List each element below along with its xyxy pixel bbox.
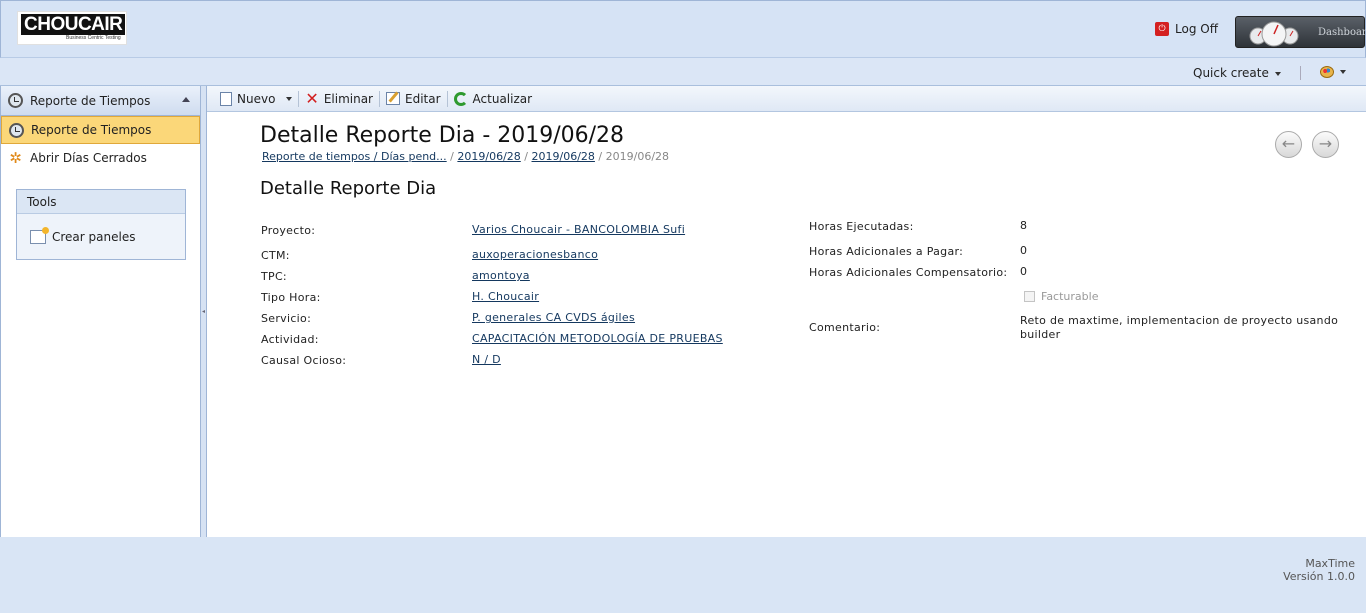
power-icon: ⏻ (1155, 22, 1169, 36)
tools-panel: Tools Crear paneles (16, 189, 186, 260)
app-header: CHOUCAIR Business Centric Testing ⏻ Log … (0, 0, 1366, 58)
sidebar: Reporte de Tiempos Reporte de Tiempos ✲ … (0, 86, 201, 537)
tpc-link[interactable]: amontoya (472, 269, 530, 282)
servicio-label: Servicio: (261, 312, 312, 325)
sidebar-header[interactable]: Reporte de Tiempos (1, 86, 200, 116)
refresh-label: Actualizar (472, 91, 533, 106)
sidebar-item-label: Abrir Días Cerrados (30, 151, 147, 165)
new-label: Nuevo (237, 91, 276, 106)
chevron-down-icon (1274, 71, 1281, 76)
palette-icon (1320, 66, 1334, 78)
gauge-icon (1249, 21, 1299, 47)
gear-icon: ✲ (9, 148, 22, 167)
edit-label: Editar (405, 91, 441, 106)
facturable-label: Facturable (1041, 290, 1099, 303)
chevron-down-icon[interactable] (286, 96, 293, 101)
causal-ocioso-link[interactable]: N / D (472, 353, 501, 366)
comentario-label: Comentario: (809, 321, 881, 334)
edit-button[interactable]: Editar (380, 89, 447, 109)
version-info: MaxTime Versión 1.0.0 (1283, 557, 1355, 583)
tipo-hora-label: Tipo Hora: (261, 291, 321, 304)
proyecto-link[interactable]: Varios Choucair - BANCOLOMBIA Sufi (472, 223, 685, 236)
action-toolbar: Nuevo ✕ Eliminar Editar Actualizar (207, 86, 1366, 112)
horas-ejecutadas-value: 8 (1020, 219, 1028, 232)
previous-button[interactable]: ← (1275, 131, 1302, 158)
refresh-icon (453, 91, 468, 106)
logoff-label: Log Off (1175, 22, 1218, 36)
sidebar-item-reporte-de-tiempos[interactable]: Reporte de Tiempos (1, 116, 200, 144)
arrow-right-icon: → (1318, 134, 1333, 153)
company-logo[interactable]: CHOUCAIR Business Centric Testing (17, 11, 127, 45)
horas-adicionales-compensatorio-label: Horas Adicionales Compensatorio: (809, 266, 1008, 279)
new-button[interactable]: Nuevo (214, 89, 298, 109)
breadcrumb-separator: / (524, 150, 529, 163)
actividad-link[interactable]: CAPACITACIÓN METODOLOGÍA DE PRUEBAS (472, 332, 723, 345)
ctm-label: CTM: (261, 249, 290, 262)
breadcrumb-link[interactable]: 2019/06/28 (532, 150, 595, 163)
main-content: Nuevo ✕ Eliminar Editar Actualizar Detal… (207, 86, 1366, 537)
edit-icon (386, 92, 400, 105)
logo-tagline: Business Centric Testing (66, 35, 121, 41)
dashboard-label: Dashboard (1318, 27, 1366, 38)
facturable-checkbox[interactable]: Facturable (1024, 290, 1098, 303)
quick-bar: Quick create (0, 58, 1366, 86)
tpc-label: TPC: (261, 270, 287, 283)
sidebar-header-label: Reporte de Tiempos (30, 93, 151, 108)
clock-icon (8, 93, 23, 108)
actividad-label: Actividad: (261, 333, 319, 346)
app-version: Versión 1.0.0 (1283, 570, 1355, 583)
servicio-link[interactable]: P. generales CA CVDS ágiles (472, 311, 635, 324)
quick-create-label: Quick create (1193, 66, 1269, 80)
logo-text: CHOUCAIR (21, 14, 126, 35)
chevron-down-icon (1340, 70, 1346, 74)
breadcrumb-separator: / (598, 150, 603, 163)
comentario-value: Reto de maxtime, implementacion de proye… (1020, 314, 1339, 341)
page-title: Detalle Reporte Dia - 2019/06/28 (260, 123, 625, 148)
sidebar-item-label: Reporte de Tiempos (31, 123, 152, 137)
breadcrumb-separator: / (450, 150, 454, 163)
section-title: Detalle Reporte Dia (260, 178, 437, 199)
tools-item-label: Crear paneles (52, 230, 136, 244)
delete-label: Eliminar (323, 91, 373, 106)
causal-ocioso-label: Causal Ocioso: (261, 354, 347, 367)
divider (1300, 66, 1301, 80)
breadcrumb-current: 2019/06/28 (605, 150, 670, 163)
tipo-hora-link[interactable]: H. Choucair (472, 290, 539, 303)
crear-paneles-link[interactable]: Crear paneles (30, 227, 136, 244)
sidebar-item-abrir-dias-cerrados[interactable]: ✲ Abrir Días Cerrados (1, 144, 200, 172)
next-button[interactable]: → (1312, 131, 1339, 158)
tools-title: Tools (17, 190, 185, 214)
arrow-left-icon: ← (1281, 134, 1296, 153)
app-name: MaxTime (1305, 557, 1355, 570)
theme-dropdown[interactable] (1320, 66, 1346, 78)
clock-icon (9, 122, 24, 138)
horas-adicionales-compensatorio-value: 0 (1020, 265, 1028, 278)
horas-adicionales-pagar-value: 0 (1020, 244, 1028, 257)
breadcrumb-link[interactable]: Reporte de tiempos / Días pend... (262, 150, 447, 163)
quick-create-dropdown[interactable]: Quick create (1193, 66, 1281, 80)
drag-handle-icon: ◂ (202, 308, 206, 315)
delete-icon: ✕ (305, 88, 319, 108)
proyecto-label: Proyecto: (261, 224, 316, 237)
chevron-up-icon[interactable] (182, 97, 190, 102)
breadcrumb-link[interactable]: 2019/06/28 (457, 150, 520, 163)
horas-adicionales-pagar-label: Horas Adicionales a Pagar: (809, 245, 964, 258)
refresh-button[interactable]: Actualizar (448, 89, 539, 109)
horas-ejecutadas-label: Horas Ejecutadas: (809, 220, 914, 233)
delete-button[interactable]: ✕ Eliminar (299, 89, 379, 109)
checkbox-box[interactable] (1024, 291, 1035, 302)
app-footer: MaxTime Versión 1.0.0 (0, 537, 1366, 613)
new-document-icon (220, 91, 232, 106)
logoff-button[interactable]: ⏻ Log Off (1155, 22, 1218, 36)
ctm-link[interactable]: auxoperacionesbanco (472, 248, 598, 261)
breadcrumb: Reporte de tiempos / Días pend... / 2019… (262, 150, 669, 163)
add-panel-icon (30, 227, 49, 244)
dashboard-button[interactable]: Dashboard (1235, 16, 1366, 48)
